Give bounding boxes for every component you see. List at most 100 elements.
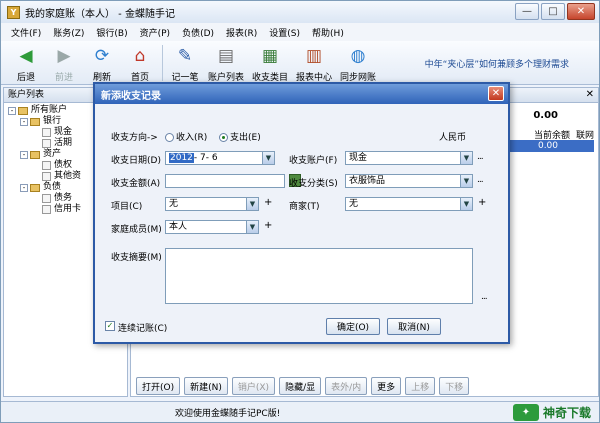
chevron-down-icon[interactable]: ▼ — [262, 152, 274, 164]
refresh-icon: ⟳ — [94, 46, 110, 66]
account-icon — [42, 161, 51, 170]
selected-row-balance[interactable]: 0.00 — [502, 140, 594, 152]
menu-assets[interactable]: 资产(P) — [134, 26, 176, 39]
collapse-icon[interactable]: - — [8, 106, 16, 115]
chevron-down-icon[interactable]: ▼ — [246, 221, 258, 233]
memo-more-icon[interactable]: ... — [481, 292, 488, 302]
menu-bank[interactable]: 银行(B) — [90, 26, 133, 39]
direction-label: 收支方向-> — [111, 133, 158, 143]
maximize-button[interactable]: □ — [541, 3, 565, 20]
off-balance-button[interactable]: 表外/内 — [325, 377, 368, 395]
cancel-button[interactable]: 取消(N) — [387, 318, 441, 335]
status-text: 欢迎使用金蝶随手记PC版! — [175, 408, 281, 419]
account-icon — [42, 194, 51, 203]
report-icon: ▥ — [305, 46, 323, 66]
continue-checkbox[interactable]: ✓ — [105, 321, 115, 331]
expense-radio[interactable]: 支出(E) — [219, 130, 261, 143]
menu-settings[interactable]: 设置(S) — [263, 26, 306, 39]
dialog-close-button[interactable]: ✕ — [488, 86, 504, 101]
open-button[interactable]: 打开(O) — [136, 377, 181, 395]
new-button[interactable]: 新建(N) — [184, 377, 228, 395]
ok-button[interactable]: 确定(O) — [326, 318, 380, 335]
close-icon[interactable]: ✕ — [586, 89, 594, 100]
tree-item-label: 信用卡 — [54, 204, 82, 214]
logo-text: 神奇下载 — [542, 406, 591, 420]
list-icon: ▤ — [217, 46, 235, 66]
expense-radio-label: 支出(E) — [230, 133, 261, 143]
account-icon — [42, 139, 51, 148]
folder-icon — [30, 150, 40, 159]
add-merchant-icon[interactable]: + — [478, 197, 486, 208]
chevron-down-icon[interactable]: ▼ — [460, 175, 472, 187]
memo-textarea[interactable] — [165, 248, 473, 304]
account-value: 现金 — [349, 153, 368, 163]
window-title: 我的家庭账（本人） - 金蝶随手记 — [25, 8, 175, 20]
chevron-down-icon[interactable]: ▼ — [246, 198, 258, 210]
merchant-select[interactable]: 无 ▼ — [345, 197, 473, 211]
menu-liabilities[interactable]: 负债(D) — [176, 26, 220, 39]
account-list-button[interactable]: ▤ 账户列表 — [204, 41, 248, 85]
category-select[interactable]: 衣服饰品 ▼ — [345, 174, 473, 188]
promo-link[interactable]: 中年“夹心层”如何兼顾多个理财需求 — [425, 57, 569, 70]
chevron-down-icon[interactable]: ▼ — [460, 152, 472, 164]
merchant-value: 无 — [349, 199, 359, 209]
date-picker[interactable]: 2012- 7- 6 ▼ — [165, 151, 275, 165]
account-icon — [42, 205, 51, 214]
account-more-icon[interactable]: ... — [477, 152, 484, 162]
collapse-icon[interactable]: - — [20, 150, 28, 159]
menu-file[interactable]: 文件(F) — [5, 26, 47, 39]
date-year: 2012 — [169, 153, 194, 163]
folder-icon — [18, 106, 28, 115]
move-up-button[interactable]: 上移 — [405, 377, 436, 395]
account-actions: 打开(O) 新建(N) 销户(X) 隐藏/显 表外/内 更多 上移 下移 — [136, 377, 470, 395]
project-select[interactable]: 无 ▼ — [165, 197, 259, 211]
close-account-button[interactable]: 销户(X) — [231, 377, 276, 395]
category-value: 衣服饰品 — [349, 176, 386, 186]
refresh-button[interactable]: ⟳ 刷新 — [83, 41, 121, 85]
tree-item-label: 资产 — [43, 149, 62, 159]
tree-item-label: 所有账户 — [31, 105, 68, 115]
tree-item-label: 债务 — [54, 193, 73, 203]
amount-label: 收支金额(A) — [111, 179, 161, 189]
dialog-title: 新添收支记录 — [101, 90, 161, 102]
title-bar: Y 我的家庭账（本人） - 金蝶随手记 — □ ✕ — [1, 1, 599, 23]
tree-item-label: 银行 — [43, 116, 62, 126]
menu-help[interactable]: 帮助(H) — [306, 26, 350, 39]
logo-icon: ✦ — [512, 404, 539, 421]
close-button[interactable]: ✕ — [567, 3, 595, 20]
minimize-button[interactable]: — — [515, 3, 539, 20]
income-radio[interactable]: 收入(R) — [165, 130, 207, 143]
add-project-icon[interactable]: + — [264, 197, 272, 208]
report-center-button[interactable]: ▥ 报表中心 — [292, 41, 336, 85]
menu-accounts[interactable]: 账务(Z) — [47, 26, 90, 39]
account-icon — [42, 128, 51, 137]
more-button[interactable]: 更多 — [371, 377, 402, 395]
collapse-icon[interactable]: - — [20, 183, 28, 192]
record-button[interactable]: ✎ 记一笔 — [166, 41, 204, 85]
back-button[interactable]: ◀ 后退 — [7, 41, 45, 85]
add-member-icon[interactable]: + — [264, 220, 272, 231]
forward-button[interactable]: ▶ 前进 — [45, 41, 83, 85]
hide-show-button[interactable]: 隐藏/显 — [279, 377, 322, 395]
category-more-icon[interactable]: ... — [477, 175, 484, 185]
dialog-title-bar: 新添收支记录 ✕ — [95, 84, 508, 104]
merchant-label: 商家(T) — [289, 202, 320, 212]
member-select[interactable]: 本人 ▼ — [165, 220, 259, 234]
categories-button[interactable]: ▦ 收支类目 — [248, 41, 292, 85]
move-down-button[interactable]: 下移 — [439, 377, 470, 395]
income-radio-label: 收入(R) — [176, 133, 208, 143]
home-button[interactable]: ⌂ 首页 — [121, 41, 159, 85]
menu-reports[interactable]: 报表(R) — [220, 26, 263, 39]
back-arrow-icon: ◀ — [19, 46, 33, 66]
amount-input[interactable] — [165, 174, 285, 188]
collapse-icon[interactable]: - — [20, 117, 28, 126]
account-select[interactable]: 现金 ▼ — [345, 151, 473, 165]
radio-checked-icon — [219, 133, 228, 142]
account-icon — [42, 172, 51, 181]
category-label: 收支分类(S) — [289, 179, 338, 189]
main-window: Y 我的家庭账（本人） - 金蝶随手记 — □ ✕ 文件(F) 账务(Z) 银行… — [0, 0, 600, 423]
member-label: 家庭成员(M) — [111, 225, 162, 235]
sync-button[interactable]: ◍ 同步网账 — [336, 41, 380, 85]
chevron-down-icon[interactable]: ▼ — [460, 198, 472, 210]
back-label: 后退 — [16, 73, 35, 83]
